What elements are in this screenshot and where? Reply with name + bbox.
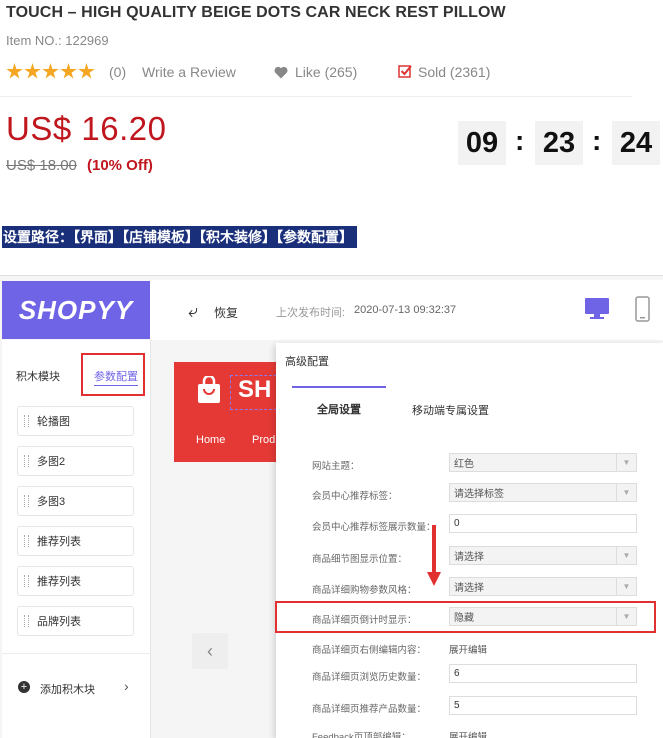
add-block-button[interactable]: 添加积木块: [40, 681, 95, 697]
field-label: 会员中心推荐标签展示数量：: [312, 522, 436, 533]
last-publish-date: 2020-07-13 09:32:37: [354, 304, 457, 316]
sidebar-block-item[interactable]: 多图2: [17, 446, 134, 476]
carousel-prev-button[interactable]: ‹: [192, 633, 228, 669]
detail-image-position-select[interactable]: 请选择 ▼: [449, 546, 637, 565]
expand-edit-link[interactable]: 展开编辑: [449, 642, 487, 656]
modal-title: 高级配置: [285, 356, 329, 368]
block-label: 推荐列表: [37, 576, 81, 588]
desktop-view-icon[interactable]: [585, 298, 609, 320]
discount-badge: (10% Off): [87, 157, 153, 174]
sidebar-block-item[interactable]: 多图3: [17, 486, 134, 516]
preview-nav-home[interactable]: Home: [196, 434, 225, 446]
rating-count: (0): [109, 64, 127, 80]
select-value: 请选择: [454, 583, 484, 594]
last-publish-label: 上次发布时间:: [276, 307, 346, 319]
block-label: 推荐列表: [37, 536, 81, 548]
write-review-link[interactable]: Write a Review: [142, 64, 236, 80]
divider: [2, 653, 150, 654]
drag-handle-icon[interactable]: [24, 415, 29, 427]
drag-handle-icon[interactable]: [24, 535, 29, 547]
shopyy-logo: SHOPYY: [2, 281, 150, 339]
drag-handle-icon[interactable]: [24, 575, 29, 587]
star-icon[interactable]: [78, 63, 95, 79]
annotation-arrow-head: [427, 572, 441, 586]
chevron-down-icon[interactable]: ▼: [616, 547, 636, 564]
star-icon[interactable]: [6, 63, 23, 79]
select-value: 请选择: [454, 552, 484, 563]
item-number: Item NO.: 122969: [6, 33, 109, 48]
countdown-seconds: 24: [612, 121, 660, 165]
add-icon[interactable]: +: [18, 681, 30, 693]
countdown-minutes: 23: [535, 121, 583, 165]
sidebar-block-item[interactable]: 品牌列表: [17, 606, 134, 636]
tab-blocks[interactable]: 积木模块: [16, 368, 60, 384]
highlight-box: [81, 353, 145, 396]
rating-stars[interactable]: [6, 63, 95, 80]
chevron-down-icon[interactable]: ▼: [616, 484, 636, 501]
sidebar-block-item[interactable]: 推荐列表: [17, 566, 134, 596]
heart-icon[interactable]: [274, 66, 288, 79]
block-label: 多图2: [37, 456, 66, 468]
field-label: 网站主题：: [312, 461, 360, 472]
countdown-hours: 09: [458, 121, 506, 165]
star-icon[interactable]: [60, 63, 77, 79]
settings-path-label: 设置路径：【界面】【店铺模板】【积木装修】【参数配置】: [2, 226, 357, 248]
chevron-down-icon[interactable]: ▼: [616, 454, 636, 471]
block-label: 多图3: [37, 496, 66, 508]
select-value: 请选择标签: [454, 489, 504, 500]
theme-select[interactable]: 红色 ▼: [449, 453, 637, 472]
mobile-view-icon[interactable]: [635, 296, 650, 322]
drag-handle-icon[interactable]: [24, 615, 29, 627]
recommended-count-input[interactable]: 5: [449, 696, 637, 715]
sold-count: Sold (2361): [418, 64, 491, 80]
undo-icon[interactable]: ⤶: [188, 301, 198, 322]
chevron-right-icon[interactable]: ›: [124, 678, 129, 694]
field-label: 会员中心推荐标签：: [312, 491, 398, 502]
field-label: 商品详细购物参数风格：: [312, 585, 417, 596]
selection-box: [230, 375, 282, 410]
member-tag-count-input[interactable]: 0: [449, 514, 637, 533]
product-title: TOUCH – HIGH QUALITY BEIGE DOTS CAR NECK…: [6, 4, 506, 21]
drag-handle-icon[interactable]: [24, 495, 29, 507]
block-label: 品牌列表: [37, 616, 81, 628]
highlight-box: [275, 601, 656, 633]
like-button[interactable]: Like (265): [295, 64, 357, 80]
drag-handle-icon[interactable]: [24, 455, 29, 467]
field-label: 商品细节图显示位置：: [312, 554, 408, 565]
chevron-down-icon[interactable]: ▼: [616, 578, 636, 595]
countdown-separator: :: [592, 125, 602, 156]
sidebar-block-item[interactable]: 推荐列表: [17, 526, 134, 556]
shopping-param-style-select[interactable]: 请选择 ▼: [449, 577, 637, 596]
select-value: 红色: [454, 459, 474, 470]
browse-history-count-input[interactable]: 6: [449, 664, 637, 683]
field-label: 商品详细页推荐产品数量：: [312, 704, 427, 715]
annotation-arrow: [432, 525, 436, 575]
countdown-separator: :: [515, 125, 525, 156]
star-icon[interactable]: [42, 63, 59, 79]
preview-nav-products[interactable]: Prod: [252, 434, 275, 446]
field-label: 商品详细页浏览历史数量：: [312, 672, 427, 683]
sidebar-block-item[interactable]: 轮播图: [17, 406, 134, 436]
divider: [0, 96, 632, 97]
shopping-bag-icon: [198, 376, 220, 403]
sold-check-icon: [398, 65, 412, 78]
field-label: 商品详细页右侧编辑内容：: [312, 645, 427, 656]
block-label: 轮播图: [37, 416, 70, 428]
tab-global-settings[interactable]: 全局设置: [292, 386, 386, 429]
star-icon[interactable]: [24, 63, 41, 79]
undo-button[interactable]: 恢复: [214, 304, 238, 321]
product-price: US$ 16.20: [6, 110, 167, 147]
tab-mobile-settings[interactable]: 移动端专属设置: [412, 402, 489, 418]
original-price: US$ 18.00: [6, 157, 77, 174]
admin-panel: SHOPYY ⤶ 恢复 上次发布时间: 2020-07-13 09:32:37 …: [0, 275, 663, 738]
member-tag-select[interactable]: 请选择标签 ▼: [449, 483, 637, 502]
